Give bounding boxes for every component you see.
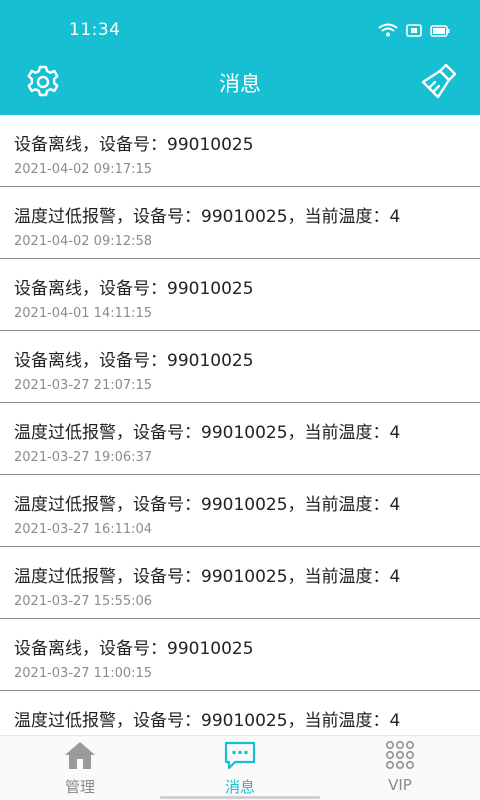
tab-messages[interactable]: 消息 <box>160 736 320 800</box>
message-item[interactable]: 温度过低报警，设备号：99010025，当前温度：4 <box>0 691 480 735</box>
status-bar: 11:34 <box>0 0 480 56</box>
message-item[interactable]: 温度过低报警，设备号：99010025，当前温度：4 2021-04-02 09:… <box>0 187 480 259</box>
message-text: 温度过低报警，设备号：99010025，当前温度：4 <box>14 207 401 227</box>
home-indicator <box>160 796 320 799</box>
status-icons <box>378 22 450 41</box>
message-text: 温度过低报警，设备号：99010025，当前温度：4 <box>14 495 401 515</box>
tab-manage-label: 管理 <box>64 778 95 796</box>
message-time: 2021-03-27 15:55:06 <box>14 594 153 609</box>
message-icon <box>224 741 256 770</box>
page-title: 消息 <box>219 72 261 96</box>
message-time: 2021-04-01 14:11:15 <box>14 306 153 321</box>
tab-messages-label: 消息 <box>224 778 255 796</box>
message-text: 温度过低报警，设备号：99010025，当前温度：4 <box>14 711 401 731</box>
message-item[interactable]: 温度过低报警，设备号：99010025，当前温度：4 2021-03-27 16:… <box>0 475 480 547</box>
tab-vip-label: VIP <box>388 776 412 794</box>
message-time: 2021-03-27 16:11:04 <box>14 522 153 537</box>
tab-manage[interactable]: 管理 <box>0 736 160 800</box>
message-text: 设备离线，设备号：99010025 <box>14 135 254 155</box>
message-list[interactable]: 设备离线，设备号：99010025 2021-04-02 09:17:15 温度过低… <box>0 115 480 735</box>
message-time: 2021-04-02 09:17:15 <box>14 162 153 177</box>
message-item[interactable]: 设备离线，设备号：99010025 2021-04-02 09:17:15 <box>0 115 480 187</box>
message-text: 设备离线，设备号：99010025 <box>14 639 254 659</box>
wifi-icon <box>378 22 398 41</box>
home-icon <box>65 742 95 769</box>
message-item[interactable]: 设备离线，设备号：99010025 2021-03-27 21:07:15 <box>0 331 480 403</box>
header: 11:34 消息 <box>0 0 480 115</box>
message-text: 温度过低报警，设备号：99010025，当前温度：4 <box>14 567 401 587</box>
message-item[interactable]: 温度过低报警，设备号：99010025，当前温度：4 2021-03-27 15:… <box>0 547 480 619</box>
message-text: 设备离线，设备号：99010025 <box>14 351 254 371</box>
message-time: 2021-03-27 21:07:15 <box>14 378 153 393</box>
message-item[interactable]: 温度过低报警，设备号：99010025，当前温度：4 2021-03-27 19:… <box>0 403 480 475</box>
battery-icon <box>430 22 450 41</box>
tab-vip[interactable]: VIP <box>320 736 480 800</box>
message-time: 2021-03-27 11:00:15 <box>14 666 153 681</box>
broom-icon <box>421 63 457 99</box>
message-item[interactable]: 设备离线，设备号：99010025 2021-03-27 11:00:15 <box>0 619 480 691</box>
message-text: 温度过低报警，设备号：99010025，当前温度：4 <box>14 423 401 443</box>
message-time: 2021-03-27 19:06:37 <box>14 450 153 465</box>
message-text: 设备离线，设备号：99010025 <box>14 279 254 299</box>
message-time: 2021-04-02 09:12:58 <box>14 234 153 249</box>
clear-messages-button[interactable] <box>420 62 458 100</box>
message-item[interactable]: 设备离线，设备号：99010025 2021-04-01 14:11:15 <box>0 259 480 331</box>
tab-bar: 管理 消息 VIP <box>0 735 480 800</box>
status-time: 11:34 <box>69 20 121 40</box>
sim-icon <box>406 22 422 41</box>
grid-icon <box>385 740 415 770</box>
